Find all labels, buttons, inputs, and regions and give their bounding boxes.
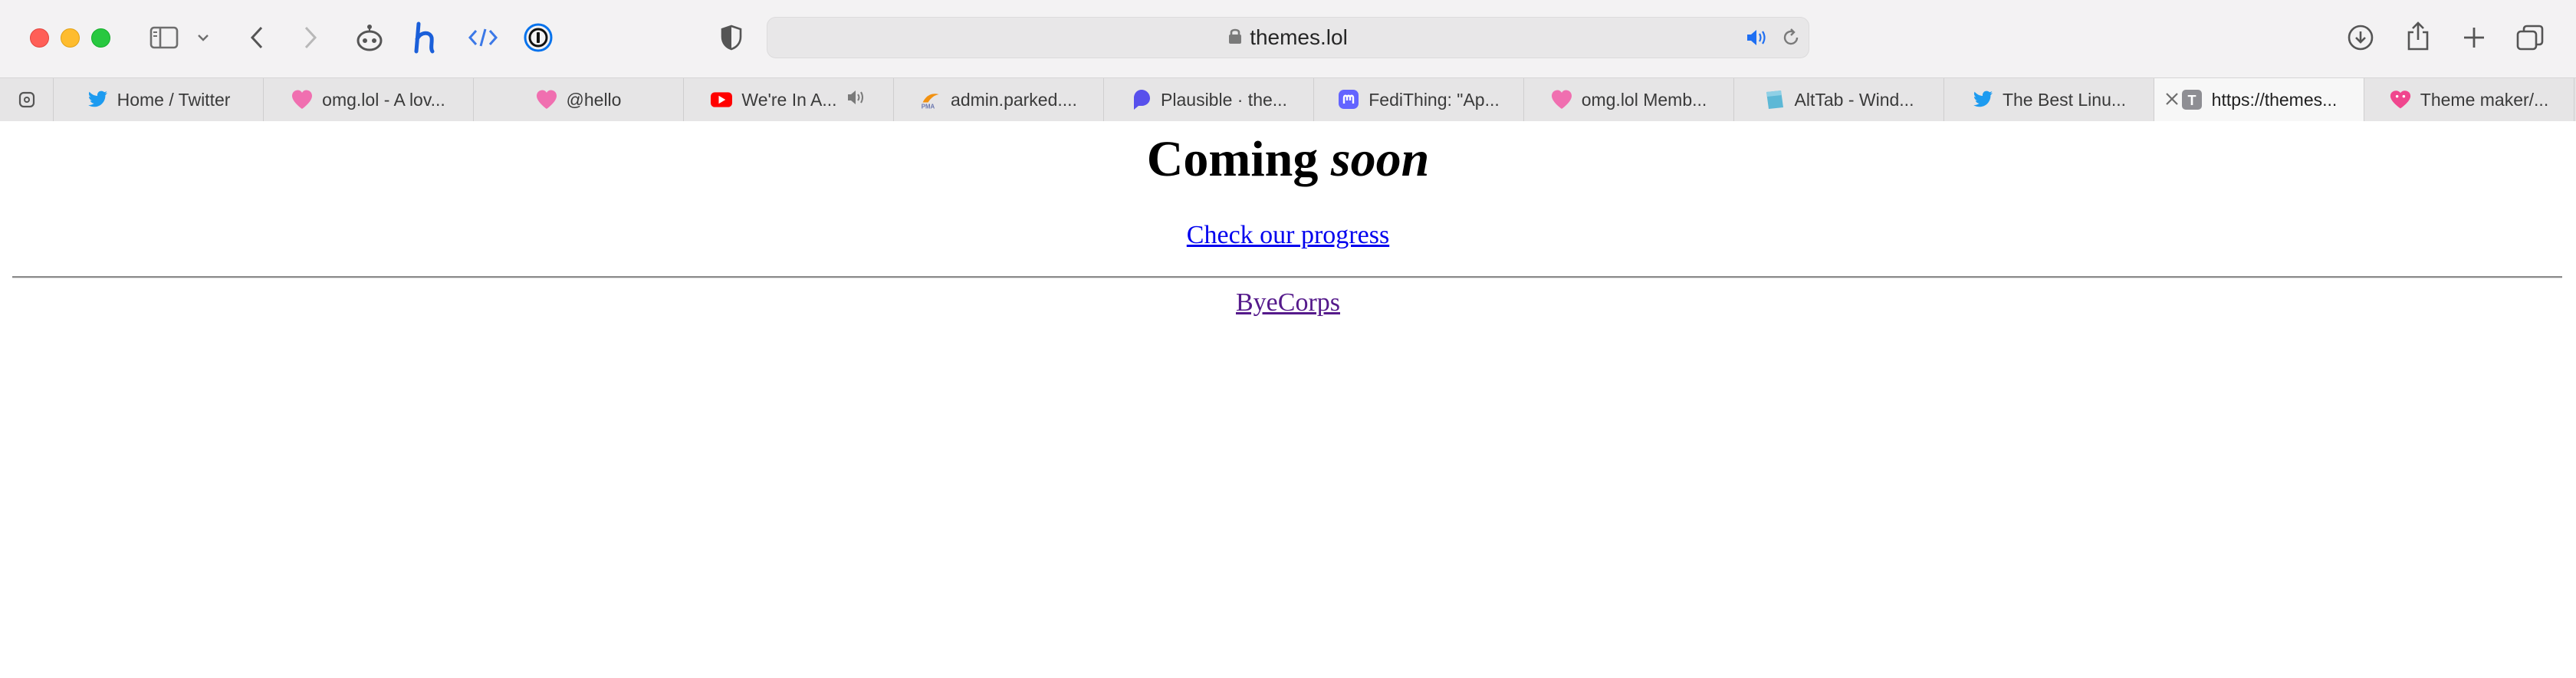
tab-fedithing[interactable]: FediThing: "Ap... bbox=[1314, 78, 1524, 121]
zoom-window-button[interactable] bbox=[91, 28, 110, 48]
tab-bar: Home / Twitter omg.lol - A lov... @hello… bbox=[0, 78, 2576, 122]
phpmyadmin-icon: PMA bbox=[920, 89, 941, 110]
horizontal-rule bbox=[12, 276, 2562, 278]
heart-icon bbox=[536, 89, 557, 110]
twitter-icon bbox=[1972, 89, 1993, 110]
sidebar-icon[interactable] bbox=[149, 23, 179, 52]
alttab-icon bbox=[1764, 89, 1786, 110]
tab-overview-icon[interactable] bbox=[2515, 23, 2545, 52]
page-title: Coming soon bbox=[1146, 131, 1430, 187]
mastodon-icon bbox=[1338, 89, 1359, 110]
speaker-icon[interactable] bbox=[846, 89, 866, 110]
tab-label: @hello bbox=[566, 89, 622, 110]
check-progress-link[interactable]: Check our progress bbox=[1187, 221, 1389, 249]
tab-youtube[interactable]: We're In A... bbox=[684, 78, 894, 121]
share-icon[interactable] bbox=[2403, 18, 2433, 54]
tab-best-linux[interactable]: The Best Linu... bbox=[1944, 78, 2154, 121]
tab-alttab[interactable]: AltTab - Wind... bbox=[1734, 78, 1944, 121]
tab-hello[interactable]: @hello bbox=[474, 78, 684, 121]
plausible-icon bbox=[1130, 89, 1152, 110]
tab-label: omg.lol - A lov... bbox=[322, 89, 445, 110]
heart-icon bbox=[1551, 89, 1572, 110]
browser-toolbar: themes.lol bbox=[0, 0, 2576, 78]
svg-text:PMA: PMA bbox=[922, 103, 935, 110]
chevron-down-icon[interactable] bbox=[195, 29, 212, 46]
speaker-icon[interactable] bbox=[1746, 28, 1769, 51]
tab-label: Plausible · the... bbox=[1161, 89, 1287, 110]
svg-text:T: T bbox=[2187, 93, 2196, 108]
tab-label: Theme maker/... bbox=[2420, 89, 2549, 110]
heart-icon bbox=[291, 89, 313, 110]
tab-phpmyadmin[interactable]: PMA admin.parked.... bbox=[894, 78, 1104, 121]
tab-label: omg.lol Memb... bbox=[1581, 89, 1707, 110]
footer-link-container: ByeCorps bbox=[0, 288, 2576, 318]
minimize-window-button[interactable] bbox=[61, 28, 80, 48]
address-bar[interactable]: themes.lol bbox=[767, 17, 1809, 58]
robot-extension-icon[interactable] bbox=[354, 21, 385, 54]
tab-label: The Best Linu... bbox=[2002, 89, 2127, 110]
url-text: themes.lol bbox=[1250, 25, 1348, 49]
code-extension-icon[interactable] bbox=[467, 23, 499, 52]
tab-home-twitter[interactable]: Home / Twitter bbox=[54, 78, 264, 121]
omg-heart-icon bbox=[2390, 89, 2411, 110]
forward-icon[interactable] bbox=[299, 23, 322, 52]
tab-theme-maker[interactable]: Theme maker/... bbox=[2364, 78, 2574, 121]
letter-t-icon: T bbox=[2181, 89, 2203, 110]
tab-label: Home / Twitter bbox=[117, 89, 231, 110]
tab-label: https://themes... bbox=[2211, 89, 2338, 110]
tab-label: FediThing: "Ap... bbox=[1368, 89, 1500, 110]
lock-icon bbox=[1228, 28, 1242, 48]
plus-icon[interactable] bbox=[2459, 23, 2489, 52]
progress-link-container: Check our progress bbox=[0, 221, 2576, 250]
tab-themes-lol-active[interactable]: T https://themes... bbox=[2154, 78, 2364, 121]
byecorps-link[interactable]: ByeCorps bbox=[1236, 288, 1340, 317]
youtube-icon bbox=[711, 89, 733, 110]
download-icon[interactable] bbox=[2344, 21, 2377, 54]
privacy-shield-icon[interactable] bbox=[718, 23, 744, 52]
password-manager-icon[interactable] bbox=[522, 21, 554, 54]
web-page-content: Coming soon Check our progress ByeCorps bbox=[0, 121, 2576, 678]
tab-label: We're In A... bbox=[741, 89, 837, 110]
tab-omg-lol[interactable]: omg.lol - A lov... bbox=[264, 78, 474, 121]
tab-plausible[interactable]: Plausible · the... bbox=[1104, 78, 1314, 121]
close-tab-icon[interactable] bbox=[2164, 91, 2180, 112]
tab-label: AltTab - Wind... bbox=[1794, 89, 1914, 110]
close-window-button[interactable] bbox=[30, 28, 49, 48]
h-extension-icon[interactable] bbox=[409, 20, 442, 55]
tab-group-icon[interactable] bbox=[0, 78, 54, 121]
back-icon[interactable] bbox=[245, 23, 268, 52]
tab-label: admin.parked.... bbox=[951, 89, 1077, 110]
tab-omg-lol-members[interactable]: omg.lol Memb... bbox=[1524, 78, 1734, 121]
twitter-icon bbox=[87, 89, 108, 110]
reload-icon[interactable] bbox=[1781, 28, 1801, 51]
